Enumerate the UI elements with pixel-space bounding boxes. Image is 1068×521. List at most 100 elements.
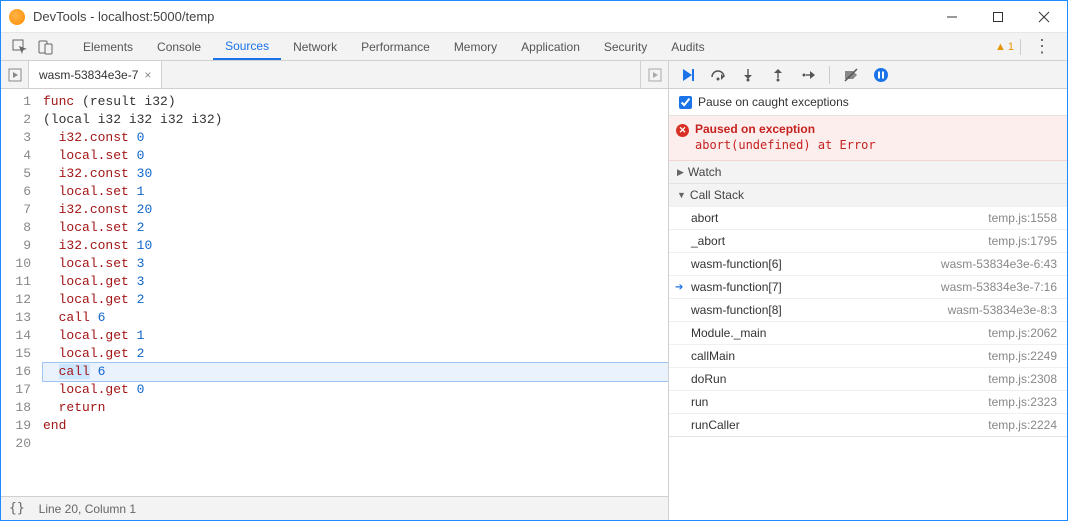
- code-line[interactable]: local.get 3: [43, 273, 668, 291]
- code-line[interactable]: local.set 1: [43, 183, 668, 201]
- code-line[interactable]: i32.const 10: [43, 237, 668, 255]
- callstack-frame[interactable]: runtemp.js:2323: [669, 390, 1067, 413]
- callstack-function-name: abort: [691, 211, 988, 225]
- pretty-print-icon[interactable]: {}: [9, 501, 25, 516]
- panel-tab-performance[interactable]: Performance: [349, 33, 442, 60]
- code-line[interactable]: return: [43, 399, 668, 417]
- panel-tab-security[interactable]: Security: [592, 33, 659, 60]
- callstack-frame[interactable]: wasm-function[6]wasm-53834e3e-6:43: [669, 252, 1067, 275]
- devtools-app-icon: [9, 9, 25, 25]
- step-into-button[interactable]: [735, 64, 761, 86]
- code-line[interactable]: local.get 2: [43, 291, 668, 309]
- callstack-function-name: run: [691, 395, 988, 409]
- pause-on-caught-row: Pause on caught exceptions: [669, 89, 1067, 116]
- sources-navigator-toggle-icon[interactable]: [1, 61, 29, 89]
- devtools-menu-icon[interactable]: ⋮: [1027, 36, 1057, 57]
- panel-tab-memory[interactable]: Memory: [442, 33, 509, 60]
- more-tabs-icon[interactable]: [640, 61, 668, 89]
- warnings-badge[interactable]: ▲ 1: [995, 41, 1014, 53]
- callstack-section: ▼ Call Stack aborttemp.js:1558_aborttemp…: [669, 184, 1067, 437]
- callstack-frame[interactable]: aborttemp.js:1558: [669, 206, 1067, 229]
- line-number-gutter: 1234567891011121314151617181920: [1, 89, 37, 496]
- current-frame-marker-icon: ➔: [675, 282, 683, 293]
- paused-exception-notice: ✕ Paused on exception abort(undefined) a…: [669, 116, 1067, 161]
- callstack-location: wasm-53834e3e-8:3: [948, 303, 1057, 317]
- code-line[interactable]: call 6: [43, 363, 668, 381]
- code-line[interactable]: i32.const 30: [43, 165, 668, 183]
- window-maximize-button[interactable]: [975, 1, 1021, 33]
- callstack-frame[interactable]: Module._maintemp.js:2062: [669, 321, 1067, 344]
- warnings-count: 1: [1008, 41, 1014, 53]
- devtools-panel-tabs: ElementsConsoleSourcesNetworkPerformance…: [71, 33, 989, 60]
- code-line[interactable]: local.set 3: [43, 255, 668, 273]
- callstack-location: temp.js:2224: [988, 418, 1057, 432]
- panel-tab-network[interactable]: Network: [281, 33, 349, 60]
- callstack-function-name: wasm-function[7]: [691, 280, 941, 294]
- callstack-function-name: doRun: [691, 372, 988, 386]
- callstack-frame[interactable]: callMaintemp.js:2249: [669, 344, 1067, 367]
- panel-tab-console[interactable]: Console: [145, 33, 213, 60]
- callstack-frame[interactable]: _aborttemp.js:1795: [669, 229, 1067, 252]
- code-line[interactable]: end: [43, 417, 668, 435]
- callstack-frame[interactable]: ➔ wasm-function[7]wasm-53834e3e-7:16: [669, 275, 1067, 298]
- callstack-list: aborttemp.js:1558_aborttemp.js:1795wasm-…: [669, 206, 1067, 436]
- devtools-main-toolbar: ElementsConsoleSourcesNetworkPerformance…: [1, 33, 1067, 61]
- callstack-function-name: wasm-function[6]: [691, 257, 941, 271]
- code-line[interactable]: local.set 2: [43, 219, 668, 237]
- source-editor[interactable]: 1234567891011121314151617181920 func (re…: [1, 89, 668, 496]
- watch-section-header[interactable]: ▶ Watch: [669, 161, 1067, 183]
- code-line[interactable]: call 6: [43, 309, 668, 327]
- window-titlebar: DevTools - localhost:5000/temp: [1, 1, 1067, 33]
- callstack-location: temp.js:2323: [988, 395, 1057, 409]
- window-close-button[interactable]: [1021, 1, 1067, 33]
- code-line[interactable]: local.get 1: [43, 327, 668, 345]
- open-file-tab[interactable]: wasm-53834e3e-7 ×: [29, 61, 162, 88]
- callstack-location: wasm-53834e3e-6:43: [941, 257, 1057, 271]
- code-line[interactable]: (local i32 i32 i32 i32): [43, 111, 668, 129]
- callstack-function-name: runCaller: [691, 418, 988, 432]
- resume-button[interactable]: [675, 64, 701, 86]
- panel-tab-sources[interactable]: Sources: [213, 33, 281, 60]
- callstack-section-title: Call Stack: [690, 188, 744, 202]
- code-line[interactable]: local.get 0: [43, 381, 668, 399]
- step-out-button[interactable]: [765, 64, 791, 86]
- window-title: DevTools - localhost:5000/temp: [33, 9, 929, 24]
- open-file-name: wasm-53834e3e-7: [39, 68, 138, 82]
- step-over-button[interactable]: [705, 64, 731, 86]
- pause-on-caught-checkbox[interactable]: [679, 96, 692, 109]
- callstack-location: temp.js:2062: [988, 326, 1057, 340]
- close-file-tab-icon[interactable]: ×: [144, 68, 151, 82]
- window-minimize-button[interactable]: [929, 1, 975, 33]
- debugger-toolbar: [669, 61, 1067, 89]
- sources-file-tabstrip: wasm-53834e3e-7 ×: [1, 61, 668, 89]
- device-toolbar-icon[interactable]: [37, 38, 55, 56]
- inspect-element-icon[interactable]: [11, 38, 29, 56]
- panel-tab-audits[interactable]: Audits: [659, 33, 716, 60]
- callstack-frame[interactable]: doRuntemp.js:2308: [669, 367, 1067, 390]
- code-line[interactable]: i32.const 0: [43, 129, 668, 147]
- callstack-frame[interactable]: runCallertemp.js:2224: [669, 413, 1067, 436]
- callstack-location: temp.js:1795: [988, 234, 1057, 248]
- code-surface[interactable]: func (result i32)(local i32 i32 i32 i32)…: [37, 89, 668, 496]
- pause-on-caught-label: Pause on caught exceptions: [698, 95, 849, 109]
- code-line[interactable]: [43, 435, 668, 453]
- callstack-frame[interactable]: wasm-function[8]wasm-53834e3e-8:3: [669, 298, 1067, 321]
- watch-section-title: Watch: [688, 165, 722, 179]
- callstack-location: temp.js:1558: [988, 211, 1057, 225]
- code-line[interactable]: local.get 2: [43, 345, 668, 363]
- code-line[interactable]: i32.const 20: [43, 201, 668, 219]
- callstack-location: wasm-53834e3e-7:16: [941, 280, 1057, 294]
- callstack-section-header[interactable]: ▼ Call Stack: [669, 184, 1067, 206]
- step-button[interactable]: [795, 64, 821, 86]
- code-line[interactable]: local.set 0: [43, 147, 668, 165]
- pause-on-exceptions-button[interactable]: [868, 64, 894, 86]
- callstack-function-name: wasm-function[8]: [691, 303, 948, 317]
- deactivate-breakpoints-button[interactable]: [838, 64, 864, 86]
- code-line[interactable]: func (result i32): [43, 93, 668, 111]
- error-icon: ✕: [676, 124, 689, 137]
- panel-tab-application[interactable]: Application: [509, 33, 592, 60]
- callstack-location: temp.js:2249: [988, 349, 1057, 363]
- debugger-panes[interactable]: Pause on caught exceptions ✕ Paused on e…: [669, 89, 1067, 520]
- panel-tab-elements[interactable]: Elements: [71, 33, 145, 60]
- watch-section: ▶ Watch: [669, 161, 1067, 184]
